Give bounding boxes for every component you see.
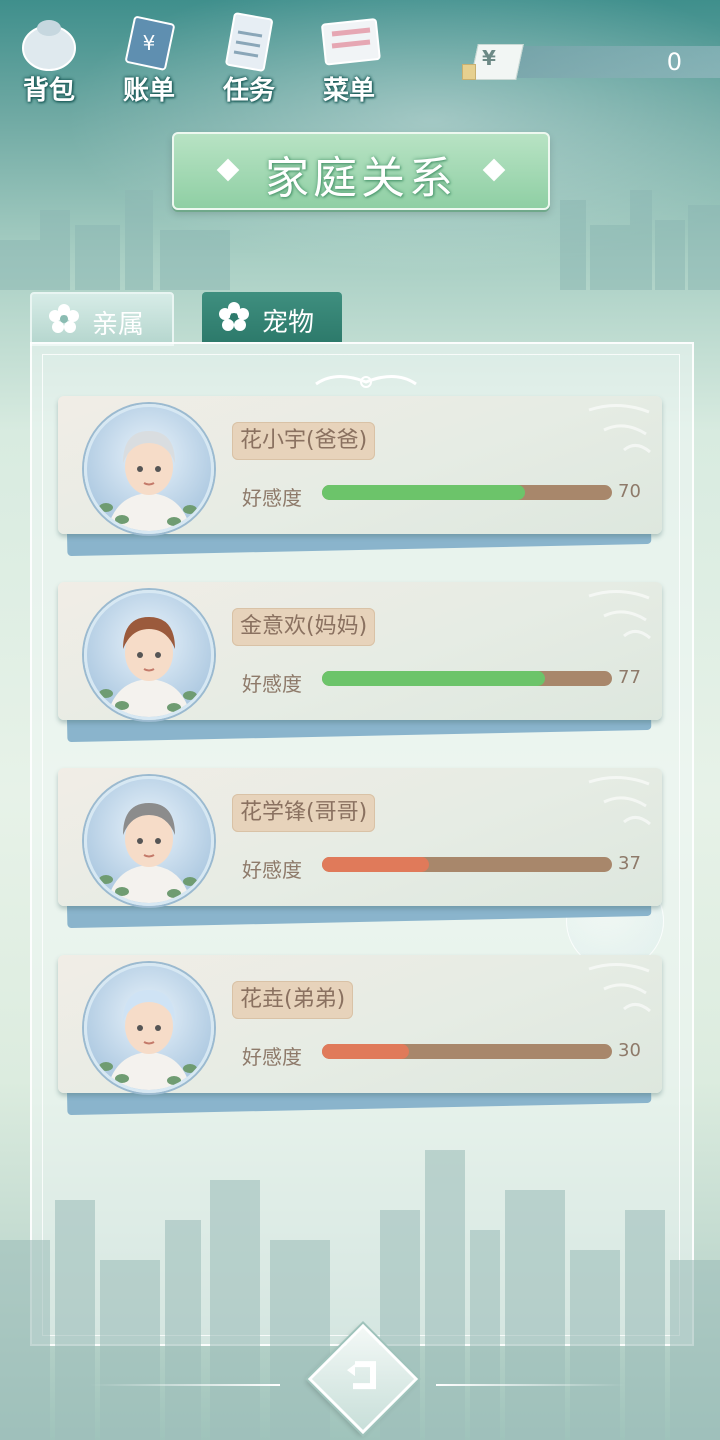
leaf-decoration bbox=[183, 877, 197, 886]
affection-value: 30 bbox=[618, 1040, 641, 1061]
task-button[interactable]: 任务 bbox=[204, 8, 294, 106]
affection-label: 好感度 bbox=[242, 1045, 302, 1069]
avatar bbox=[84, 404, 214, 534]
backpack-button[interactable]: 背包 bbox=[4, 8, 94, 106]
leaf-decoration bbox=[99, 689, 113, 698]
member-name: 金意欢(妈妈) bbox=[232, 608, 376, 646]
avatar bbox=[84, 776, 214, 906]
tab-relatives[interactable]: 亲属 bbox=[30, 292, 174, 346]
affection-bar bbox=[322, 1044, 612, 1059]
avatar bbox=[84, 590, 214, 720]
tab-pets-label: 宠物 bbox=[262, 308, 315, 338]
affection-bar-fill bbox=[322, 857, 430, 872]
leaf-decoration bbox=[167, 1076, 181, 1085]
flower-icon bbox=[219, 302, 249, 331]
svg-text:¥: ¥ bbox=[143, 31, 156, 55]
currency-icon-box bbox=[470, 44, 524, 80]
affection-label: 好感度 bbox=[242, 486, 302, 510]
leaf-decoration bbox=[183, 505, 197, 514]
affection-label: 好感度 bbox=[242, 858, 302, 882]
affection-value: 70 bbox=[618, 481, 641, 502]
leaf-decoration bbox=[115, 1074, 129, 1083]
leaf-decoration bbox=[167, 889, 181, 898]
member-name: 花学锋(哥哥) bbox=[232, 794, 376, 832]
member-name: 花垚(弟弟) bbox=[232, 981, 354, 1019]
task-icon bbox=[225, 12, 273, 72]
top-bar: 背包 ¥ 账单 任务 菜单 ¥ 0 bbox=[0, 0, 720, 110]
member-card[interactable]: 花小宇(爸爸) 好感度 70 bbox=[58, 396, 664, 557]
leaf-decoration bbox=[99, 875, 113, 884]
corner-ornament-icon bbox=[588, 963, 651, 1013]
corner-ornament-icon bbox=[588, 590, 651, 640]
affection-label: 好感度 bbox=[242, 672, 302, 696]
corner-ornament-icon bbox=[588, 404, 651, 454]
divider-line bbox=[436, 1384, 626, 1386]
ornament-icon bbox=[315, 375, 417, 388]
divider-line bbox=[90, 1384, 280, 1386]
tab-pets[interactable]: 宠物 bbox=[202, 292, 342, 342]
affection-value: 77 bbox=[618, 667, 641, 688]
bill-button[interactable]: ¥ 账单 bbox=[104, 8, 194, 106]
corner-ornament-icon bbox=[588, 776, 651, 826]
backpack-icon bbox=[22, 20, 76, 71]
back-arrow-icon bbox=[347, 1361, 376, 1390]
leaf-decoration bbox=[183, 691, 197, 700]
task-label: 任务 bbox=[222, 76, 275, 106]
menu-icon bbox=[321, 18, 381, 66]
bill-icon: ¥ bbox=[125, 16, 175, 71]
affection-bar-fill bbox=[322, 1044, 409, 1059]
backpack-label: 背包 bbox=[22, 76, 75, 106]
tab-relatives-label: 亲属 bbox=[92, 310, 145, 340]
menu-label: 菜单 bbox=[322, 76, 375, 106]
money-display: ¥ 0 bbox=[462, 44, 720, 80]
leaf-decoration bbox=[183, 1064, 197, 1073]
coin-icon bbox=[462, 64, 476, 80]
member-card[interactable]: 花垚(弟弟) 好感度 30 bbox=[58, 955, 664, 1116]
affection-bar bbox=[322, 857, 612, 872]
menu-button[interactable]: 菜单 bbox=[304, 8, 394, 106]
affection-bar-fill bbox=[322, 485, 525, 500]
affection-bar bbox=[322, 671, 612, 686]
leaf-decoration bbox=[115, 887, 129, 896]
leaf-decoration bbox=[99, 1062, 113, 1071]
leaf-decoration bbox=[115, 515, 129, 524]
money-value: 0 bbox=[666, 48, 682, 76]
page-title-banner: 家庭关系 bbox=[172, 132, 550, 210]
avatar bbox=[84, 963, 214, 1093]
member-card[interactable]: 花学锋(哥哥) 好感度 37 bbox=[58, 768, 664, 929]
affection-value: 37 bbox=[618, 853, 641, 874]
leaf-decoration bbox=[167, 517, 181, 526]
member-card[interactable]: 金意欢(妈妈) 好感度 77 bbox=[58, 582, 664, 743]
member-name: 花小宇(爸爸) bbox=[232, 422, 376, 460]
affection-bar bbox=[322, 485, 612, 500]
currency-icon: ¥ bbox=[482, 46, 496, 70]
affection-bar-fill bbox=[322, 671, 546, 686]
leaf-decoration bbox=[167, 703, 181, 712]
flower-icon bbox=[49, 304, 79, 333]
leaf-decoration bbox=[115, 701, 129, 710]
bill-label: 账单 bbox=[122, 76, 175, 106]
leaf-decoration bbox=[99, 503, 113, 512]
